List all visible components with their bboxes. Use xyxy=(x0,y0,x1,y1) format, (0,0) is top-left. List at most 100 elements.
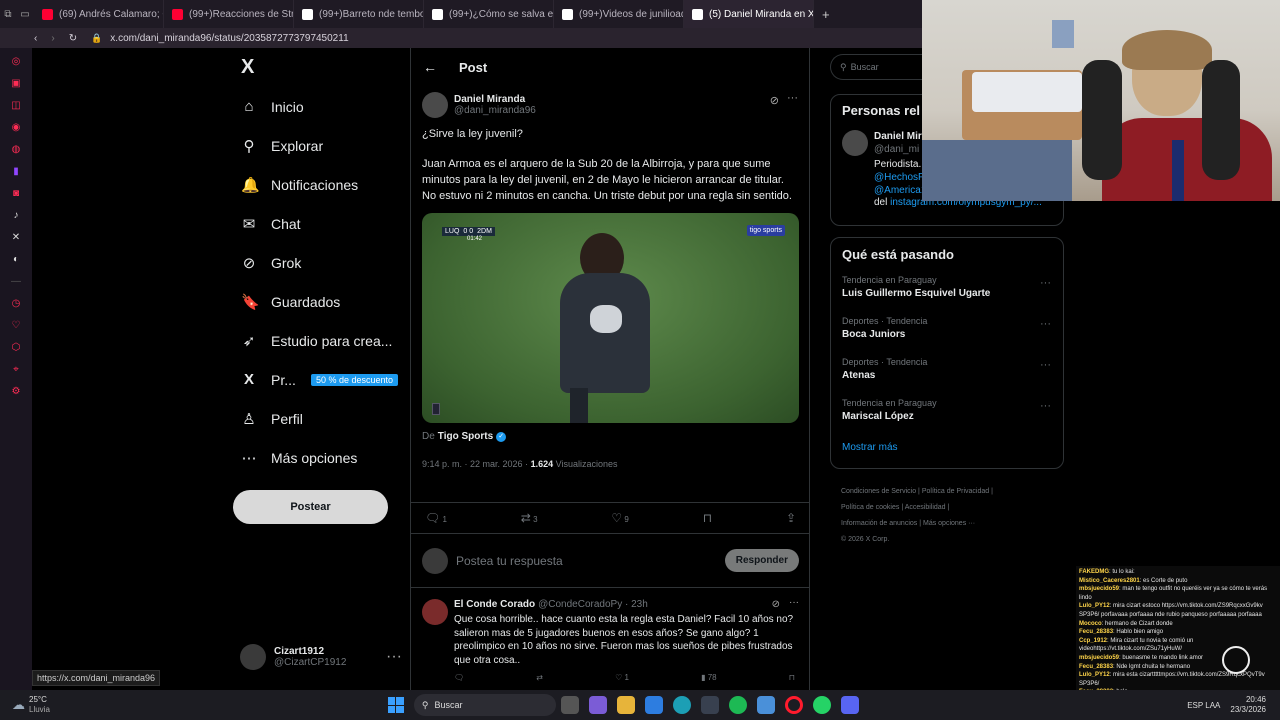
url-text[interactable]: x.com/dani_miranda96/status/203587277379… xyxy=(110,33,348,44)
tiktok-icon[interactable]: ◍ xyxy=(0,138,32,160)
chat-bubble-icon[interactable] xyxy=(1222,646,1250,674)
browser-tab[interactable]: (5) Daniel Miranda en X: " xyxy=(684,0,814,28)
reply-grok-icon[interactable]: ⊘ xyxy=(772,599,780,610)
related-person-avatar[interactable] xyxy=(842,130,868,156)
nav-item-x-premium[interactable]: X Pr... 50 % de descuento xyxy=(232,360,410,399)
discord-icon[interactable]: ◐ xyxy=(0,248,32,270)
footer-more[interactable]: Más opciones ··· xyxy=(923,520,975,527)
footer-privacy[interactable]: Política de Privacidad xyxy=(922,488,989,495)
clock-date[interactable]: 23/3/2026 xyxy=(1230,705,1266,715)
browser-tab[interactable]: (99+)Barreto nde tembo xyxy=(294,0,424,28)
weather-icon[interactable]: ☁ xyxy=(12,697,25,713)
nav-item-person[interactable]: ♙ Perfil xyxy=(232,399,410,438)
video-icon[interactable]: ◫ xyxy=(0,94,32,116)
video-control-icon[interactable] xyxy=(432,403,440,415)
nav-item-bookmark[interactable]: 🔖 Guardados xyxy=(232,282,410,321)
related-person-link2[interactable]: @America1 xyxy=(874,184,926,197)
nav-item-home[interactable]: ⌂ Inicio xyxy=(232,87,410,126)
notepad-icon[interactable] xyxy=(756,696,775,714)
browser-tab[interactable]: (99+)Videos de junilioaqu xyxy=(554,0,684,28)
tab-actions-icon[interactable]: ⧉ ▭ xyxy=(0,9,34,20)
nav-item-rocket[interactable]: ➶ Estudio para crea... xyxy=(232,321,410,360)
twitch-icon[interactable]: ▮ xyxy=(0,160,32,182)
browser-tab[interactable]: (99+)Reacciones de Stre xyxy=(164,0,294,28)
related-person-link1[interactable]: @HechosP xyxy=(874,171,926,184)
music-icon[interactable]: ◉ xyxy=(0,116,32,138)
account-switcher[interactable]: Cizart1912 @CizartCP1912 ··· xyxy=(240,640,402,674)
reply-avatar[interactable] xyxy=(422,599,448,625)
opera-icon[interactable] xyxy=(784,696,803,714)
reply-author[interactable]: El Conde Corado xyxy=(454,599,535,610)
nav-item-more-circle[interactable]: ⋯ Más opciones xyxy=(232,438,410,477)
repost-action[interactable]: ⇄ 3 xyxy=(521,511,538,525)
reply-views-action[interactable]: ▮ 78 xyxy=(701,673,717,682)
spotify-icon[interactable] xyxy=(728,696,747,714)
pin-icon[interactable]: ⌖ xyxy=(0,358,32,380)
footer-cookies[interactable]: Política de cookies xyxy=(841,504,899,511)
reply-button[interactable]: Responder xyxy=(724,549,799,572)
share-icon[interactable]: ⇪ xyxy=(786,511,796,525)
trend-more-icon[interactable]: ··· xyxy=(1040,277,1051,289)
back-icon[interactable]: ‹ xyxy=(34,33,37,44)
start-icon[interactable] xyxy=(387,697,404,713)
trend-more-icon[interactable]: ··· xyxy=(1040,359,1051,371)
x-icon[interactable]: ✕ xyxy=(0,226,32,248)
grok-icon[interactable]: ⊘ xyxy=(770,94,779,107)
reply-like-action[interactable]: ♡ 1 xyxy=(615,673,629,682)
history-icon[interactable]: ◷ xyxy=(0,292,32,314)
trend-item[interactable]: Deportes · Tendencia Atenas ··· xyxy=(831,357,1063,398)
footer-accessibility[interactable]: Accesibilidad xyxy=(905,504,946,511)
show-more-link[interactable]: Mostrar más xyxy=(831,439,1063,456)
trend-more-icon[interactable]: ··· xyxy=(1040,400,1051,412)
nav-item-mail[interactable]: ✉ Chat xyxy=(232,204,410,243)
post-video[interactable]: LUQ 0 0 2DM 01:42 tigo sports xyxy=(422,213,799,423)
whatsapp-icon[interactable] xyxy=(812,696,831,714)
author-handle[interactable]: @dani_miranda96 xyxy=(454,105,536,116)
discord-icon[interactable] xyxy=(840,696,859,714)
author-name[interactable]: Daniel Miranda xyxy=(454,94,536,105)
search-box[interactable]: ⚲ Buscar xyxy=(830,54,930,80)
reply-bookmark-icon[interactable]: ⊓ xyxy=(789,673,795,682)
forward-icon[interactable]: › xyxy=(51,33,54,44)
new-tab-button[interactable]: + xyxy=(822,7,830,22)
reply-repost-icon[interactable]: ⇄ xyxy=(536,673,543,682)
post-more-icon[interactable]: ··· xyxy=(787,92,798,104)
account-more-icon[interactable]: ··· xyxy=(386,648,402,666)
like-action[interactable]: ♡ 9 xyxy=(611,511,628,525)
clock-time[interactable]: 20:46 xyxy=(1230,695,1266,705)
language-indicator[interactable]: ESP LAA xyxy=(1187,701,1220,710)
instagram-icon[interactable]: ▣ xyxy=(0,72,32,94)
taskbar-search[interactable]: ⚲ Buscar xyxy=(413,694,556,716)
post-button[interactable]: Postear xyxy=(233,490,388,524)
footer-tos[interactable]: Condiciones de Servicio xyxy=(841,488,916,495)
cube-icon[interactable]: ⬡ xyxy=(0,336,32,358)
settings-icon[interactable]: ⚙ xyxy=(0,380,32,402)
bookmark-icon[interactable]: ⊓ xyxy=(703,511,712,525)
author-avatar[interactable] xyxy=(422,92,448,118)
store-icon[interactable] xyxy=(644,696,663,714)
source-link[interactable]: Tigo Sports xyxy=(438,431,493,442)
footer-ads[interactable]: Información de anuncios xyxy=(841,520,917,527)
reply-handle[interactable]: @CondeCoradoPy · 23h xyxy=(538,599,648,610)
reply-reply-icon[interactable]: 🗨 xyxy=(454,673,464,682)
explorer-icon[interactable] xyxy=(616,696,635,714)
edge-icon[interactable] xyxy=(672,696,691,714)
steam-icon[interactable] xyxy=(700,696,719,714)
instagram-2-icon[interactable]: ◙ xyxy=(0,182,32,204)
reply-input[interactable]: Postea tu respuesta xyxy=(456,554,717,568)
reply-action[interactable]: 🗨 1 xyxy=(425,511,447,525)
post-time[interactable]: 9:14 p. m. · 22 mar. 2026 · xyxy=(422,459,528,469)
reply-more-icon[interactable]: ··· xyxy=(789,597,799,608)
trend-item[interactable]: Tendencia en Paraguay Mariscal López ··· xyxy=(831,398,1063,439)
nav-item-bell[interactable]: 🔔 Notificaciones xyxy=(232,165,410,204)
browser-tab[interactable]: (99+)¿Cómo se salva en xyxy=(424,0,554,28)
trend-item[interactable]: Tendencia en Paraguay Luis Guillermo Esqu… xyxy=(831,275,1063,316)
site-info-icon[interactable]: 🔒 xyxy=(91,33,102,44)
trend-more-icon[interactable]: ··· xyxy=(1040,318,1051,330)
messenger-icon[interactable]: ◎ xyxy=(0,50,32,72)
tiktok-2-icon[interactable]: ♪ xyxy=(0,204,32,226)
nav-item-search[interactable]: ⚲ Explorar xyxy=(232,126,410,165)
trend-item[interactable]: Deportes · Tendencia Boca Juniors ··· xyxy=(831,316,1063,357)
nav-item-grok[interactable]: ⊘ Grok xyxy=(232,243,410,282)
back-arrow-icon[interactable]: ← xyxy=(423,59,437,75)
